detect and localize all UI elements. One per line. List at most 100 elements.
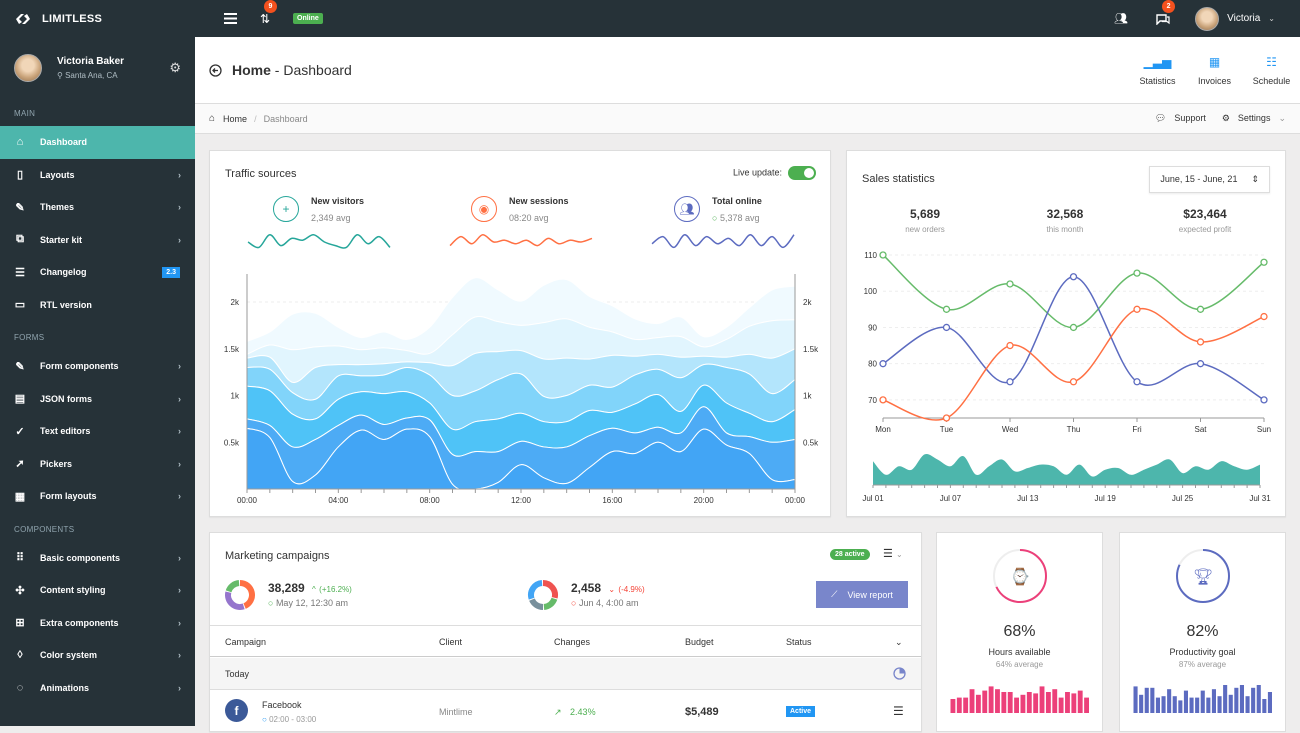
x-tick-label: Jul 25 [1172, 494, 1194, 503]
sidebar-item-content-styling[interactable]: ✣ Content styling › [0, 574, 195, 607]
users-button[interactable]: 👥︎ [1111, 9, 1131, 29]
brand[interactable]: LIMITLESS [0, 12, 195, 26]
header-action-schedule[interactable]: ☷ Schedule [1243, 37, 1300, 104]
user-settings-gear-icon[interactable]: ⚙ [169, 60, 181, 76]
sidebar-item-pickers[interactable]: ➚ Pickers › [0, 448, 195, 481]
data-point[interactable] [942, 305, 951, 313]
schedule-icon: ☷ [1266, 55, 1277, 69]
git-compare-icon: ⇅ [259, 11, 271, 26]
data-point[interactable] [879, 396, 887, 404]
col-budget[interactable]: Budget [685, 637, 714, 647]
col-campaign[interactable]: Campaign [225, 637, 266, 647]
col-changes[interactable]: Changes [554, 637, 590, 647]
bar [950, 699, 955, 713]
messages-button[interactable]: 2 [1153, 0, 1176, 29]
view-report-button[interactable]: ⟋ View report [816, 581, 908, 608]
y-tick-right: 0.5k [803, 438, 819, 447]
bar [1020, 694, 1025, 713]
chevron-right-icon: › [178, 682, 181, 693]
bar [975, 694, 981, 713]
header-actions: ▁▃▅ Statistics ▦ Invoices ☷ Schedule [1129, 37, 1300, 104]
sidebar-item-label: Extra components [40, 617, 119, 628]
user-menu[interactable]: Victoria ⌄ [1195, 6, 1275, 31]
data-point[interactable] [942, 414, 951, 422]
sidebar-item-form-components[interactable]: ✎ Form components › [0, 350, 195, 383]
data-point[interactable] [1196, 360, 1205, 368]
sidebar-item-changelog[interactable]: ☰ Changelog 2.3 [0, 256, 195, 289]
header-action-invoices[interactable]: ▦ Invoices [1186, 37, 1243, 104]
data-point[interactable] [1069, 378, 1078, 386]
online-status-badge: Online [293, 13, 323, 24]
campaign-name[interactable]: Facebook [262, 700, 302, 710]
sidebar-item-dashboard[interactable]: ⌂ Dashboard [0, 126, 195, 159]
traffic-stat: 👥︎ Total online ○ 5,378 avg [674, 196, 762, 224]
support-label: Support [1174, 113, 1206, 123]
table-row[interactable]: f Facebook ○ 02:00 - 03:00 Mintlime ↗ 2.… [210, 691, 921, 733]
data-point[interactable] [1006, 280, 1014, 288]
breadcrumb-home[interactable]: Home [223, 114, 247, 124]
sales-line-chart: 70 80 90 100 110 Mon Tue Wed Thu Fri Sat Sun [864, 251, 1271, 434]
sidebar-item-json-forms[interactable]: ▤ JSON forms › [0, 383, 195, 416]
col-status[interactable]: Status [786, 637, 812, 647]
sidebar-item-form-layouts[interactable]: ▦ Form layouts › [0, 480, 195, 513]
sidebar-item-rtl-version[interactable]: ▭ RTL version [0, 289, 195, 322]
data-point[interactable] [879, 251, 887, 259]
sidebar-toggle-button[interactable] [220, 9, 240, 29]
pie-chart-icon[interactable] [893, 667, 906, 680]
y-tick-label: 100 [864, 287, 878, 296]
sales-stat: $23,464 expected profit [1145, 207, 1265, 235]
arrow-up-icon: ^ [312, 585, 316, 594]
chevron-down-icon[interactable]: ⌄ [895, 637, 903, 648]
x-tick-label: Mon [875, 425, 891, 434]
data-point[interactable] [1133, 269, 1141, 277]
sparklines [247, 234, 795, 249]
stat2-change: (-4.9%) [618, 585, 645, 594]
sidebar-item-layouts[interactable]: ▯ Layouts › [0, 159, 195, 192]
data-point[interactable] [1260, 312, 1268, 321]
settings-dropdown[interactable]: ⚙ Settings ⌄ [1222, 113, 1286, 124]
menu-icon: ☰ [883, 548, 893, 560]
date-range-select[interactable]: June, 15 - June, 21 ⇕ [1149, 166, 1270, 193]
menu-icon [223, 13, 237, 24]
sidebar-item-color-system[interactable]: ◊ Color system › [0, 639, 195, 672]
data-point[interactable] [1006, 378, 1014, 386]
data-point[interactable] [1069, 323, 1078, 332]
sidebar-item-extra-components[interactable]: ⊞ Extra components › [0, 607, 195, 640]
row-menu-icon[interactable]: ☰ [893, 704, 904, 718]
support-link[interactable]: 💬︎ Support [1155, 113, 1206, 124]
data-point[interactable] [1196, 305, 1205, 313]
card-menu-button[interactable]: ☰ ⌄ [883, 547, 903, 560]
sidebar-item-animations[interactable]: ◌ Animations › [0, 672, 195, 705]
bar [1161, 696, 1166, 713]
data-point[interactable] [1133, 305, 1141, 313]
data-point[interactable] [1006, 341, 1014, 350]
sidebar-item-label: Dashboard [40, 137, 88, 148]
sidebar-item-basic-components[interactable]: ⠿ Basic components › [0, 542, 195, 575]
donut-slice [528, 580, 543, 600]
git-notifications-button[interactable]: ⇅ 9 [255, 0, 277, 29]
data-point[interactable] [942, 323, 951, 332]
sidebar-item-starter-kit[interactable]: ⧉ Starter kit › [0, 224, 195, 257]
data-point[interactable] [1260, 258, 1268, 266]
bar [1177, 700, 1182, 713]
data-point[interactable] [879, 360, 887, 368]
donut-slice [225, 580, 240, 593]
data-point[interactable] [1133, 378, 1141, 386]
y-tick-left: 1k [231, 392, 240, 401]
x-tick-label: 12:00 [511, 496, 532, 505]
col-client[interactable]: Client [439, 637, 462, 647]
back-arrow-icon[interactable] [209, 63, 222, 77]
plus-icon: + [273, 196, 299, 222]
watch-24-icon: ⌚ [1010, 567, 1030, 586]
data-point[interactable] [1196, 338, 1205, 346]
data-point[interactable] [1260, 396, 1268, 404]
live-update-toggle[interactable] [788, 166, 816, 180]
header-action-statistics[interactable]: ▁▃▅ Statistics [1129, 37, 1186, 104]
sidebar-nav: MAIN ⌂ Dashboard ▯ Layouts › ✎ Themes › ⧉ Starter … [0, 99, 195, 704]
sidebar-avatar[interactable] [14, 54, 42, 82]
sidebar-item-text-editors[interactable]: ✓ Text editors › [0, 415, 195, 448]
trophy-icon: 🏆︎ [1192, 568, 1212, 586]
sidebar-item-themes[interactable]: ✎ Themes › [0, 191, 195, 224]
location-pin-icon: ⚲ [57, 70, 66, 80]
data-point[interactable] [1069, 273, 1078, 281]
